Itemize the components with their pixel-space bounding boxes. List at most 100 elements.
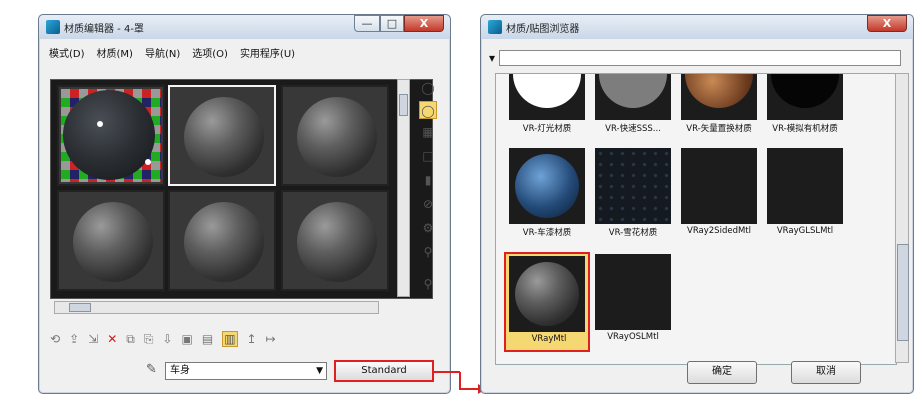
material-preview-sphere [599, 74, 667, 108]
sample-slot-2[interactable] [168, 85, 276, 186]
sample-slot-3[interactable] [281, 85, 389, 186]
material-preview-sphere [184, 97, 264, 177]
material-preview-sphere [73, 202, 153, 282]
make-copy-icon[interactable]: ⧉ [126, 332, 135, 347]
material-label: VRayGLSLMtl [776, 226, 834, 236]
sample-slot-6[interactable] [281, 190, 389, 291]
scrollbar-thumb[interactable] [69, 303, 91, 312]
show-map-icon[interactable]: ▤ [202, 332, 213, 346]
sample-slot-4[interactable] [57, 190, 165, 291]
select-by-material-icon[interactable]: ⚲ [419, 243, 437, 261]
menu-options[interactable]: 选项(O) [192, 45, 228, 60]
list-item[interactable]: VRayOSLMtl [592, 254, 674, 350]
editor-title: 材质编辑器 - 4-罩 [64, 24, 144, 35]
background-icon[interactable]: ▦ [419, 123, 437, 141]
search-bar: ▾ [489, 49, 909, 67]
menu-navigation[interactable]: 导航(N) [145, 45, 180, 60]
material-thumbnail [681, 74, 757, 120]
sample-slot-5[interactable] [168, 190, 276, 291]
uv-tiling-icon[interactable]: □ [419, 147, 437, 165]
material-map-navigator-icon[interactable]: ⚲ [419, 275, 437, 293]
menu-material[interactable]: 材质(M) [97, 45, 133, 60]
material-preview-sphere [771, 74, 839, 108]
material-thumbnail [681, 148, 757, 224]
make-unique-icon[interactable]: ⎘ [144, 332, 154, 347]
put-to-scene-icon[interactable]: ⇪ [69, 332, 79, 346]
slots-vertical-scrollbar[interactable] [397, 79, 410, 297]
list-vertical-scrollbar[interactable] [895, 73, 909, 363]
material-thumbnail [767, 148, 843, 224]
list-item[interactable]: VRayGLSLMtl [764, 148, 846, 244]
material-preview-sphere [513, 74, 581, 108]
material-label: VR-矢量置换材质 [686, 124, 752, 134]
close-button[interactable]: X [867, 15, 907, 32]
material-list: VR-灯光材质 VR-快速SSS... VR-矢量置换材质 VR-模拟有机材质 … [495, 73, 897, 365]
material-thumbnail [767, 74, 843, 120]
cancel-button[interactable]: 取消 [791, 361, 861, 384]
list-item[interactable]: VR-模拟有机材质 [764, 74, 846, 140]
material-label: VRay2SidedMtl [687, 226, 751, 236]
list-item[interactable]: VR-灯光材质 [506, 74, 588, 140]
slots-horizontal-scrollbar[interactable] [54, 301, 379, 314]
editor-titlebar[interactable]: 材质编辑器 - 4-罩 — □ X [39, 15, 450, 39]
material-map-browser-window: 材质/贴图浏览器 X ▾ VR-灯光材质 VR-快速SSS... VR-矢量置换… [480, 14, 914, 394]
scrollbar-thumb[interactable] [897, 244, 909, 341]
go-forward-icon[interactable]: ↦ [266, 332, 276, 346]
get-material-icon[interactable]: ⟲ [50, 332, 60, 346]
filter-menu-icon[interactable]: ▾ [489, 51, 495, 65]
assign-to-selection-icon[interactable]: ⇲ [88, 332, 98, 346]
material-label: VR-模拟有机材质 [772, 124, 838, 134]
material-preview-sphere [63, 90, 155, 180]
material-label: VRayOSLMtl [607, 332, 659, 342]
minimize-button[interactable]: — [354, 15, 380, 32]
material-thumbnail [595, 148, 671, 224]
eyedropper-icon[interactable]: ✎ [146, 362, 157, 377]
menu-utilities[interactable]: 实用程序(U) [240, 45, 295, 60]
maximize-button[interactable]: □ [380, 15, 404, 32]
material-thumbnail [509, 256, 585, 332]
material-name-field[interactable]: 车身 ▼ [165, 362, 327, 380]
3dsmax-app-icon [488, 20, 502, 34]
go-to-parent-icon[interactable]: ↥ [247, 332, 257, 346]
material-type-button[interactable]: Standard [334, 360, 434, 382]
browser-titlebar[interactable]: 材质/贴图浏览器 X [481, 15, 913, 39]
show-end-result-icon[interactable]: ▥ [222, 331, 238, 347]
chevron-down-icon[interactable]: ▼ [316, 363, 323, 379]
video-color-check-icon[interactable]: ▮ [419, 171, 437, 189]
make-preview-icon[interactable]: ⊘ [419, 195, 437, 213]
backlight-icon[interactable]: ◯ [419, 101, 437, 119]
close-button[interactable]: X [404, 15, 444, 32]
material-id-icon[interactable]: ▣ [182, 332, 193, 346]
material-label: VRayMtl [531, 334, 567, 344]
material-thumbnail [595, 74, 671, 120]
material-label: VR-灯光材质 [522, 124, 572, 134]
list-item[interactable]: VRay2SidedMtl [678, 148, 760, 244]
material-label: VR-车漆材质 [522, 228, 572, 238]
material-preview-sphere [297, 202, 377, 282]
ok-button[interactable]: 确定 [687, 361, 757, 384]
scrollbar-thumb[interactable] [399, 94, 408, 116]
material-preview-sphere [515, 154, 579, 218]
put-to-library-icon[interactable]: ⇩ [162, 332, 172, 346]
list-item[interactable]: VR-车漆材质 [506, 148, 588, 244]
sample-type-icon[interactable]: ◯ [419, 79, 437, 97]
sample-slots-grid [50, 79, 433, 299]
specular-highlight [145, 159, 151, 165]
material-thumbnail [509, 74, 585, 120]
material-thumbnail [509, 148, 585, 224]
list-item[interactable]: VR-快速SSS... [592, 74, 674, 140]
sample-slot-1[interactable] [57, 85, 165, 186]
list-item-selected[interactable]: VRayMtl [504, 252, 590, 352]
bottom-toolbar: ⟲ ⇪ ⇲ ✕ ⧉ ⎘ ⇩ ▣ ▤ ▥ ↥ ↦ [50, 329, 440, 349]
editor-menubar: 模式(D) 材质(M) 导航(N) 选项(O) 实用程序(U) [43, 42, 446, 62]
reset-icon[interactable]: ✕ [107, 332, 117, 346]
search-input[interactable] [499, 50, 902, 66]
highlight-connector [434, 371, 460, 373]
list-item[interactable]: VR-雪花材质 [592, 148, 674, 244]
options-icon[interactable]: ⚙ [419, 219, 437, 237]
material-preview-sphere [515, 262, 579, 326]
menu-modes[interactable]: 模式(D) [49, 45, 85, 60]
specular-highlight [97, 121, 103, 127]
3dsmax-app-icon [46, 20, 60, 34]
list-item[interactable]: VR-矢量置换材质 [678, 74, 760, 140]
